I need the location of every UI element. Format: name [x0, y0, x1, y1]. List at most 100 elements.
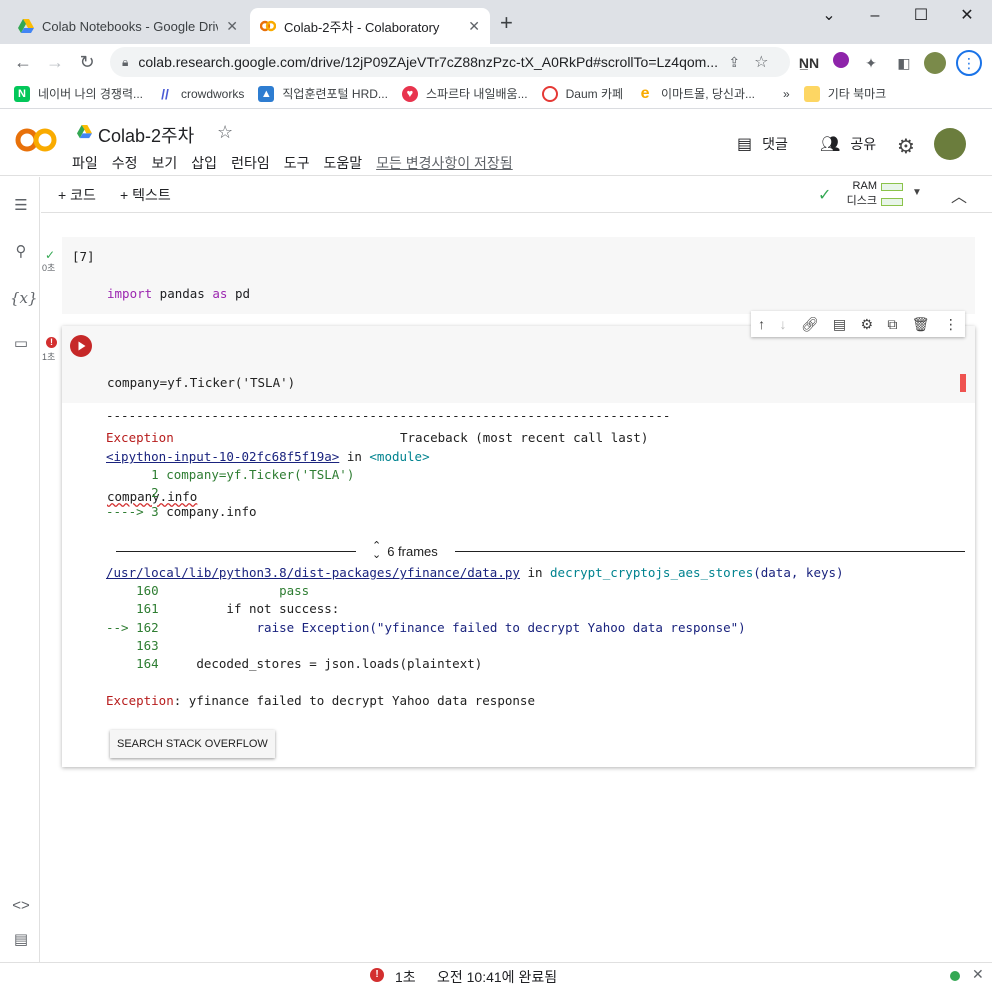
- address-bar[interactable]: 🔒︎ colab.research.google.com/drive/12jP0…: [110, 47, 790, 77]
- file-link[interactable]: /usr/local/lib/python3.8/dist-packages/y…: [106, 565, 520, 580]
- error-icon: !: [46, 337, 57, 348]
- save-status[interactable]: 모든 변경사항이 저장됨: [376, 153, 513, 173]
- menu-file[interactable]: 파일: [72, 153, 98, 173]
- variables-icon[interactable]: {x}: [10, 287, 38, 309]
- keyword: import: [107, 286, 153, 301]
- bookmark-label: 직업훈련포털 HRD...: [282, 87, 388, 101]
- more-bookmarks-icon[interactable]: »: [783, 87, 790, 101]
- forward-icon[interactable]: →: [42, 49, 68, 75]
- menu-insert[interactable]: 삽입: [191, 153, 217, 173]
- link-icon[interactable]: 🔗︎: [801, 316, 819, 333]
- traceback-line: 160 pass: [106, 583, 309, 598]
- bookmark-sparta[interactable]: ♥ 스파르타 내일배움...: [401, 85, 528, 102]
- code-text: decoded_stores = json.loads(plaintext): [158, 656, 483, 671]
- account-avatar[interactable]: [934, 128, 966, 160]
- new-tab-icon[interactable]: +: [500, 12, 513, 34]
- star-icon[interactable]: ☆: [217, 122, 233, 143]
- table-of-contents-icon[interactable]: ☰: [10, 195, 32, 217]
- ram-bar: [881, 182, 903, 191]
- bookmark-label: 기타 북마크: [827, 87, 887, 101]
- chrome-menu-icon[interactable]: ⋮: [956, 50, 982, 76]
- run-cell-button[interactable]: [70, 335, 92, 357]
- extensions-puzzle-icon[interactable]: ✦: [860, 52, 882, 74]
- terminal-icon[interactable]: ▤: [10, 929, 32, 951]
- menu-help[interactable]: 도움말: [323, 153, 362, 173]
- ipython-input-link[interactable]: <ipython-input-10-02fc68f5f19a>: [106, 449, 339, 464]
- close-tab-icon[interactable]: ✕: [218, 18, 238, 35]
- minimize-icon[interactable]: –: [852, 4, 898, 28]
- share-page-icon[interactable]: ⇪: [728, 54, 740, 71]
- browser-toolbar: ← → ↻ 🔒︎ colab.research.google.com/drive…: [0, 44, 992, 79]
- close-window-icon[interactable]: ✕: [944, 4, 990, 28]
- bookmark-label: 스파르타 내일배움...: [425, 87, 528, 101]
- expand-frames-button[interactable]: ⌃ ⌄ 6 frames: [372, 541, 438, 561]
- line-number: --> 162: [106, 620, 159, 635]
- add-text-button[interactable]: + 텍스트: [120, 185, 171, 205]
- bookmark-star-icon[interactable]: ☆: [754, 52, 768, 72]
- search-icon[interactable]: ⚲: [10, 241, 32, 263]
- notebook-title[interactable]: Colab-2주차: [98, 122, 194, 148]
- comment-icon[interactable]: ▤: [833, 316, 846, 333]
- bookmark-emart[interactable]: e 이마트몰, 당신과...: [637, 85, 755, 102]
- menu-runtime[interactable]: 런타임: [231, 153, 270, 173]
- code-cell-1[interactable]: [7] import pandas as pd import numpy as …: [62, 237, 975, 415]
- tab-search-icon[interactable]: ⌄: [806, 4, 852, 28]
- files-folder-icon[interactable]: ▭: [10, 333, 32, 355]
- traceback-input-line: <ipython-input-10-02fc68f5f19a> in <modu…: [106, 449, 430, 464]
- close-status-icon[interactable]: ✕: [972, 966, 984, 983]
- comment-label: 댓글: [762, 136, 788, 152]
- move-down-icon[interactable]: ↓: [779, 316, 786, 332]
- move-up-icon[interactable]: ↑: [758, 316, 765, 332]
- settings-gear-icon[interactable]: ⚙: [897, 134, 915, 159]
- cell-input[interactable]: company=yf.Ticker('TSLA') company.info: [62, 326, 975, 504]
- hrd-icon: ▲: [258, 85, 275, 102]
- tab-colab[interactable]: Colab-2주차 - Colaboratory ✕: [250, 8, 490, 44]
- close-tab-icon[interactable]: ✕: [460, 18, 480, 35]
- crowdworks-icon: //: [161, 85, 169, 102]
- disk-label: 디스크: [846, 195, 877, 207]
- bookmark-label: 이마트몰, 당신과...: [661, 87, 755, 101]
- resource-monitor[interactable]: RAM 디스크: [843, 179, 903, 209]
- code-text: if not success:: [158, 601, 340, 616]
- bookmark-other[interactable]: 기타 북마크: [803, 85, 887, 102]
- play-icon: [78, 341, 86, 351]
- code-snippets-icon[interactable]: <>: [10, 895, 32, 917]
- extension-purple-icon[interactable]: [830, 52, 852, 74]
- google-drive-icon: [18, 19, 34, 33]
- comment-button[interactable]: ▤ 댓글: [737, 134, 788, 154]
- code-cell-2[interactable]: company=yf.Ticker('TSLA') company.info -…: [62, 326, 975, 767]
- back-icon[interactable]: ←: [10, 49, 36, 75]
- colab-logo[interactable]: [14, 126, 58, 154]
- profile-avatar[interactable]: [924, 52, 946, 74]
- menu-bar: 파일 수정 보기 삽입 런타임 도구 도움말 모든 변경사항이 저장됨: [72, 153, 513, 173]
- bookmark-naver[interactable]: N 네이버 나의 경쟁력...: [14, 85, 143, 102]
- in-text: in: [339, 449, 370, 464]
- bookmark-crowdworks[interactable]: // crowdworks: [157, 86, 244, 102]
- delete-icon[interactable]: 🗑︎: [912, 316, 930, 333]
- collapse-header-icon[interactable]: ︿: [951, 183, 967, 207]
- traceback-line: 1 company=yf.Ticker('TSLA'): [106, 467, 355, 482]
- settings-gear-icon[interactable]: ⚙: [860, 316, 873, 333]
- reload-icon[interactable]: ↻: [74, 49, 100, 75]
- tab-google-drive[interactable]: Colab Notebooks - Google Drive ✕: [8, 8, 248, 44]
- line-number: 160: [106, 583, 159, 598]
- status-message: 오전 10:41에 완료됨: [437, 969, 558, 985]
- bookmark-hrd[interactable]: ▲ 직업훈련포털 HRD...: [258, 85, 388, 102]
- bookmark-daum[interactable]: Daum 카페: [541, 85, 623, 102]
- more-options-icon[interactable]: ⋮: [944, 316, 958, 333]
- menu-tools[interactable]: 도구: [284, 153, 310, 173]
- search-stack-overflow-button[interactable]: SEARCH STACK OVERFLOW: [110, 730, 275, 758]
- cell1-exec-time: 0초: [42, 263, 56, 273]
- menu-edit[interactable]: 수정: [112, 153, 138, 173]
- menu-view[interactable]: 보기: [152, 153, 178, 173]
- comment-icon: ▤: [737, 136, 753, 153]
- add-code-button[interactable]: + 코드: [58, 185, 96, 205]
- share-button[interactable]: 👥︎ 공유: [820, 134, 876, 154]
- side-panel-icon[interactable]: ◧: [893, 52, 915, 74]
- maximize-icon[interactable]: ☐: [898, 4, 944, 28]
- folder-icon: [803, 85, 820, 102]
- in-text: in: [519, 565, 551, 580]
- extension-nn-icon[interactable]: N̲N: [798, 52, 820, 74]
- mirror-cell-icon[interactable]: ⧉: [887, 316, 897, 333]
- runtime-dropdown-icon[interactable]: ▼: [912, 187, 922, 198]
